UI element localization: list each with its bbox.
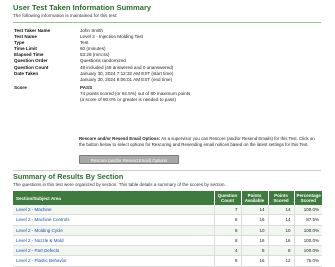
points-available-cell: 14 bbox=[241, 205, 269, 216]
section-link[interactable]: Level 2 - Molding Cycle bbox=[13, 225, 215, 236]
points-available-cell: 16 bbox=[241, 214, 269, 226]
question-count-cell: 8 bbox=[214, 225, 242, 236]
points-scored-cell: 14 bbox=[268, 214, 295, 226]
rescore-heading: Rescore and/or Resend Email Options: bbox=[79, 136, 161, 141]
points-scored-cell: 14 bbox=[268, 205, 295, 216]
col-header-question-count: Question Count bbox=[214, 191, 242, 205]
table-row: Level 2 - Plastic Behavior 8 16 12 75.0% bbox=[13, 255, 322, 267]
table-row: Level 2 - Machine Controls 8 16 14 87.5% bbox=[13, 214, 322, 226]
percentage-cell: 87.5% bbox=[294, 214, 322, 226]
percentage-cell: 75.0% bbox=[294, 255, 322, 267]
col-header-section: Section/Subject Area bbox=[13, 191, 215, 205]
rescore-description: Rescore and/or Resend Email Options: As … bbox=[79, 136, 319, 148]
rescore-options-button[interactable]: Rescore (and/or Resend Email) Options bbox=[79, 155, 179, 164]
points-available-cell: 10 bbox=[241, 225, 269, 236]
section-link[interactable]: Level 2 - Nozzle & Mold bbox=[13, 235, 215, 247]
points-scored-cell: 16 bbox=[268, 235, 295, 247]
question-count-cell: 7 bbox=[214, 205, 242, 216]
table-row: Level 2 - Nozzle & Mold 8 16 16 100.0% bbox=[13, 235, 322, 247]
info-row-score: Score PASS 74 points scored (or 92.5%) o… bbox=[14, 85, 320, 103]
col-header-percentage: Percentage Scored bbox=[294, 191, 322, 205]
points-scored-cell: 12 bbox=[268, 255, 295, 267]
col-header-points-scored: Points Scored bbox=[268, 191, 295, 205]
results-table: Section/Subject Area Question Count Poin… bbox=[13, 191, 322, 267]
percentage-cell: 100.0% bbox=[294, 205, 322, 216]
score-values: PASS 74 points scored (or 92.5%) out of … bbox=[80, 85, 190, 103]
results-title: Summary of Results By Section bbox=[13, 172, 124, 181]
info-value: Level 2 - Injection Molding Test bbox=[80, 34, 143, 40]
results-header-row: Section/Subject Area Question Count Poin… bbox=[13, 191, 322, 205]
points-available-cell: 16 bbox=[241, 255, 269, 267]
question-count-cell: 8 bbox=[214, 235, 242, 247]
summary-page: User Test Taken Information Summary The … bbox=[0, 0, 335, 267]
results-subtitle: The questions in this test were organize… bbox=[13, 182, 226, 187]
section-link[interactable]: Level 2 - Plastic Behavior bbox=[13, 255, 215, 267]
section-link[interactable]: Level 2 - Machine Controls bbox=[13, 214, 215, 226]
info-label bbox=[14, 77, 80, 83]
test-info-block: Test Taker Name John Smith Test Name Lev… bbox=[14, 28, 320, 103]
score-pass-threshold: (a score of 80.0% or greater is needed t… bbox=[80, 97, 177, 103]
table-row: Level 2 - Molding Cycle 8 10 10 100.0% bbox=[13, 225, 322, 236]
percentage-cell: 100.0% bbox=[294, 225, 322, 236]
points-available-cell: 16 bbox=[241, 235, 269, 247]
page-title: User Test Taken Information Summary bbox=[13, 3, 152, 12]
header-divider bbox=[13, 22, 321, 23]
question-count-cell: 8 bbox=[214, 255, 242, 267]
col-header-points-available: Points Available bbox=[241, 191, 269, 205]
section-link[interactable]: Level 2 - Machine bbox=[13, 205, 215, 216]
points-scored-cell: 10 bbox=[268, 225, 295, 236]
percentage-cell: 100.0% bbox=[294, 235, 322, 247]
info-value: January 30, 2024 8:06:01 AM EST (end tim… bbox=[80, 76, 173, 82]
table-row: Level 2 - Machine 7 14 14 100.0% bbox=[13, 205, 322, 216]
page-subtitle: The following information is maintained … bbox=[13, 13, 118, 18]
score-label: Score bbox=[14, 84, 27, 90]
section-divider bbox=[13, 170, 321, 171]
question-count-cell: 8 bbox=[214, 214, 242, 226]
